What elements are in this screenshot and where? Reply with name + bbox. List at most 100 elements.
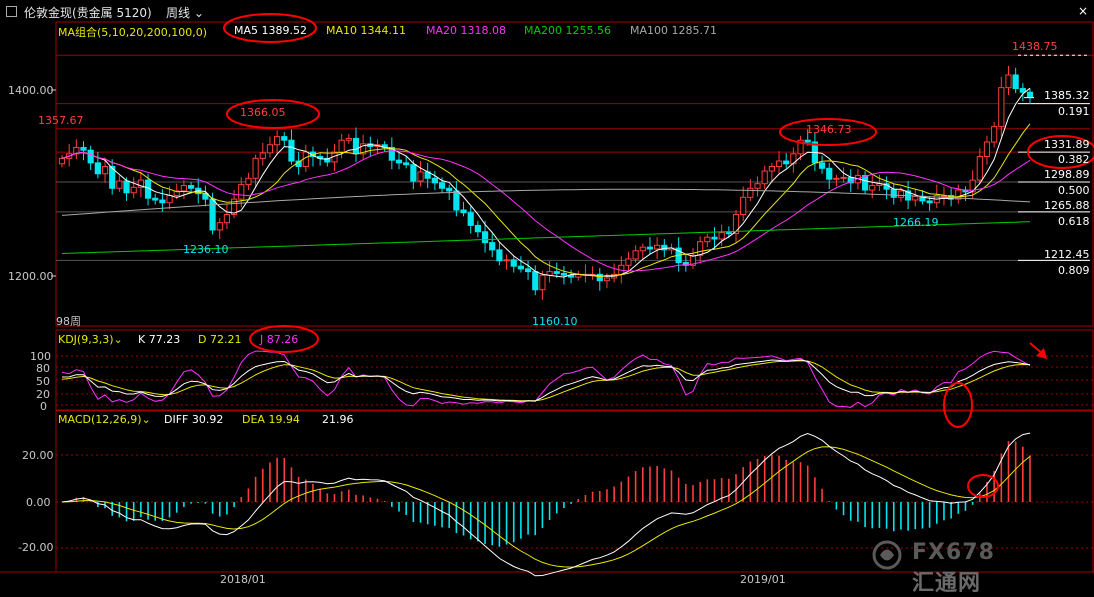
- candle-body: [897, 190, 905, 198]
- candle-body: [704, 236, 711, 243]
- fib-ratio-3: 0.618: [1058, 215, 1090, 228]
- candle-body: [489, 242, 496, 251]
- macd-tick-neg20: -20.00: [18, 541, 54, 554]
- fib-ratio-4: 0.809: [1058, 264, 1090, 277]
- ma20-label: MA20 1318.08: [426, 24, 506, 37]
- annotation-low-left: 1236.10: [183, 243, 229, 256]
- candle-body: [991, 126, 998, 143]
- candle-body: [560, 272, 568, 276]
- trading-chart-window: 伦敦金现(贵金属 5120) 周线 ⌄ × MA组合(5,10,20,200,1…: [0, 0, 1094, 596]
- candle-body: [152, 197, 159, 201]
- candle-body: [775, 160, 783, 167]
- candle-body: [639, 246, 646, 252]
- candle-body: [603, 277, 611, 282]
- fib-price-0: 1385.32: [1044, 89, 1090, 102]
- candle-body: [553, 271, 560, 274]
- candle-body: [259, 152, 266, 159]
- candle-body: [625, 258, 632, 266]
- candle-body: [274, 136, 281, 146]
- candle-body: [438, 182, 446, 189]
- macd-value-label: 21.96: [322, 413, 354, 426]
- candle-body: [869, 185, 876, 191]
- candle-body: [524, 268, 532, 273]
- chart-canvas: [0, 13, 1094, 577]
- macd-group-label[interactable]: MACD(12,26,9)⌄: [58, 413, 151, 426]
- watermark-brand: FX678 汇通网: [912, 540, 995, 596]
- candle-body: [123, 180, 130, 194]
- ma100-label: MA100 1285.71: [630, 24, 717, 37]
- chevron-down-icon: ⌄: [113, 333, 123, 346]
- candle-body: [94, 162, 101, 175]
- candle-body: [87, 149, 94, 164]
- candle-body: [532, 271, 539, 291]
- candle-body: [1019, 88, 1026, 93]
- kdj-tick-0: 0: [40, 400, 47, 413]
- candle-body: [209, 198, 216, 231]
- candle-body: [747, 187, 754, 198]
- ma10-label: MA10 1344.11: [326, 24, 406, 37]
- annotation-low-mid: 1160.10: [532, 315, 578, 328]
- candle-body: [216, 222, 223, 231]
- candle-body: [761, 170, 768, 185]
- candle-body: [976, 156, 983, 181]
- candle-body: [474, 224, 481, 233]
- candle-body: [58, 157, 66, 165]
- candle-body: [496, 249, 503, 262]
- candle-body: [503, 259, 510, 262]
- fib-price-4: 1212.45: [1044, 248, 1090, 261]
- highlight-circles: [223, 13, 1094, 498]
- kdj-group-label[interactable]: KDJ(9,3,3)⌄: [58, 333, 123, 346]
- candle-body: [345, 137, 352, 141]
- candle-body: [840, 176, 847, 179]
- fib-price-3: 1265.88: [1044, 199, 1090, 212]
- panel-frames: [0, 21, 1094, 573]
- candle-body: [596, 273, 603, 282]
- candle-body: [252, 157, 259, 179]
- candle-body: [1005, 74, 1012, 89]
- macd-tick-0: 0.00: [26, 496, 51, 509]
- candle-body: [818, 162, 826, 169]
- candle-body: [116, 180, 123, 189]
- price-tick-1200: 1200.00: [8, 270, 54, 283]
- chevron-down-icon: ⌄: [141, 413, 151, 426]
- candle-body: [467, 212, 474, 226]
- macd-dea-label: DEA 19.94: [242, 413, 300, 426]
- candle-body: [338, 139, 345, 153]
- kdj-d-label: D 72.21: [198, 333, 242, 346]
- candle-body: [223, 214, 231, 224]
- kdj-tick-80: 80: [36, 362, 50, 375]
- candle-body: [697, 241, 704, 256]
- candle-body: [768, 166, 775, 172]
- ma-group-label[interactable]: MA组合(5,10,20,200,100,0): [58, 24, 207, 40]
- candle-body: [983, 141, 991, 158]
- candle-body: [1012, 74, 1019, 90]
- time-label-2018: 2018/01: [220, 573, 266, 586]
- candle-body: [654, 244, 661, 250]
- annotation-high-mid: 1346.73: [806, 123, 852, 136]
- candle-body: [352, 137, 360, 155]
- candle-body: [740, 196, 747, 216]
- candle-body: [446, 187, 453, 192]
- candle-body: [517, 265, 525, 270]
- candle-body: [288, 139, 295, 162]
- ma5-label: MA5 1389.52: [234, 24, 307, 37]
- candle-body: [646, 246, 654, 250]
- candle-body: [711, 236, 718, 240]
- candle-body: [804, 139, 811, 143]
- candle-body: [632, 250, 639, 260]
- candle-body: [130, 186, 137, 194]
- candle-body: [783, 160, 790, 165]
- candle-body: [460, 209, 467, 214]
- candle-body: [998, 87, 1005, 128]
- candle-body: [417, 171, 424, 182]
- candle-body: [101, 166, 109, 175]
- candle-body: [861, 175, 869, 191]
- candle-body: [725, 232, 732, 235]
- kdj-k-label: K 77.23: [138, 333, 181, 346]
- candle-body: [266, 144, 274, 154]
- candle-body: [539, 274, 546, 291]
- price-panel-border: [55, 21, 1094, 327]
- annotation-high-left: 1366.05: [240, 106, 286, 119]
- candle-body: [890, 188, 897, 198]
- candle-body: [833, 177, 840, 180]
